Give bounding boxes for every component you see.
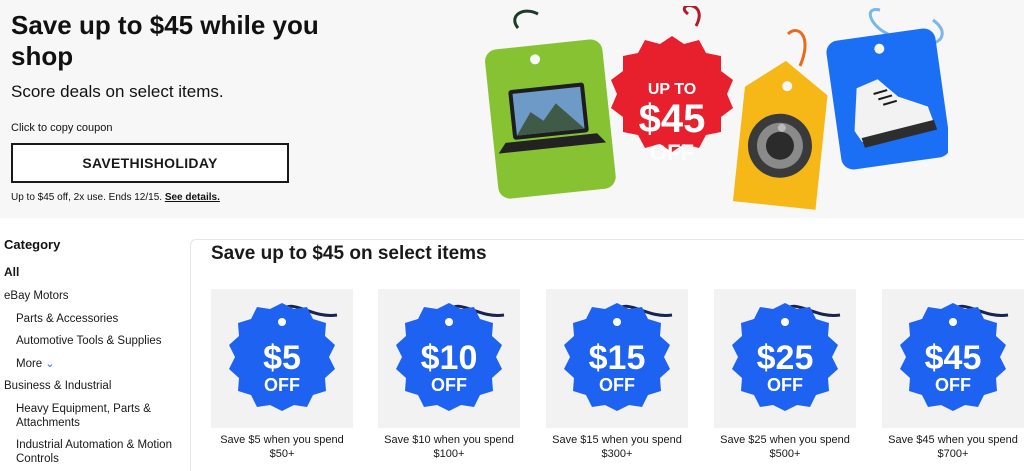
see-details-link[interactable]: See details. [165, 192, 220, 203]
svg-text:OFF: OFF [431, 375, 467, 395]
hero-illustration: UP TO $45 OFF [485, 6, 948, 210]
laptop-tag [485, 39, 616, 199]
sidebar-item-automotive-tools[interactable]: Automotive Tools & Supplies [16, 334, 176, 348]
category-heading: Category [4, 237, 61, 252]
badge-upto-text: UP TO [648, 81, 696, 98]
svg-text:OFF: OFF [935, 375, 971, 395]
offer-badge-image: $25 OFF [714, 289, 856, 428]
offer-label: Save $10 when you spend $100+ [384, 434, 514, 460]
offer-badge-image: $15 OFF [546, 289, 688, 428]
coupon-terms-text: Up to $45 off, 2x use. Ends 12/15. [11, 192, 163, 203]
offer-card[interactable]: $5 OFF Save $5 when you spend $50+ [211, 289, 353, 461]
badge-amount-text: $45 [639, 97, 706, 141]
vacuum-tag [732, 60, 828, 210]
offer-label: Save $5 when you spend $50+ [220, 434, 344, 460]
chevron-down-icon: ⌄ [45, 358, 55, 370]
hero-subtitle: Score deals on select items. [11, 82, 224, 101]
offers-title: Save up to $45 on select items [211, 243, 487, 264]
svg-text:$5: $5 [263, 339, 301, 377]
sidebar-more-toggle[interactable]: More ⌄ [16, 357, 176, 371]
sidebar-more-label: More [16, 358, 43, 370]
hero-banner: Save up to $45 while you shop Score deal… [0, 0, 1024, 218]
hero-title: Save up to $45 while you shop [11, 10, 319, 71]
offer-card[interactable]: $25 OFF Save $25 when you spend $500+ [714, 289, 856, 461]
coupon-badge-icon: $15 OFF [564, 303, 673, 411]
offer-card[interactable]: $45 OFF Save $45 when you spend $700+ [882, 289, 1024, 461]
coupon-badge-icon: $10 OFF [396, 303, 505, 411]
svg-text:OFF: OFF [767, 375, 803, 395]
offer-badge-image: $45 OFF [882, 289, 1024, 428]
upto-45-off-badge: UP TO $45 OFF [611, 36, 733, 165]
sidebar-item-heavy-equipment[interactable]: Heavy Equipment, Parts & Attachments [16, 402, 176, 430]
sidebar-item-parts-accessories[interactable]: Parts & Accessories [16, 312, 176, 326]
sneaker-tag [826, 28, 948, 170]
offer-badge-image: $10 OFF [378, 289, 520, 428]
coupon-badge-icon: $45 OFF [900, 303, 1009, 411]
sidebar-item-ebay-motors[interactable]: eBay Motors [4, 289, 69, 303]
svg-text:$45: $45 [925, 339, 982, 377]
svg-text:OFF: OFF [599, 375, 635, 395]
coupon-terms: Up to $45 off, 2x use. Ends 12/15. See d… [11, 192, 220, 203]
coupon-hint: Click to copy coupon [11, 122, 113, 134]
offers-panel: Save up to $45 on select items $5 OFF Sa… [190, 239, 1024, 471]
sidebar-item-business-industrial[interactable]: Business & Industrial [4, 379, 111, 393]
sidebar-item-all[interactable]: All [4, 265, 19, 279]
coupon-badge-icon: $25 OFF [732, 303, 841, 411]
coupon-badge-icon: $5 OFF [229, 303, 338, 411]
badge-off-text: OFF [650, 140, 694, 165]
svg-text:$15: $15 [589, 339, 646, 377]
sidebar-item-industrial-automation[interactable]: Industrial Automation & Motion Controls [16, 438, 176, 466]
offer-label: Save $25 when you spend $500+ [720, 434, 850, 460]
svg-text:$10: $10 [421, 339, 478, 377]
offer-badge-image: $5 OFF [211, 289, 353, 428]
svg-text:OFF: OFF [264, 375, 300, 395]
offer-card[interactable]: $15 OFF Save $15 when you spend $300+ [546, 289, 688, 461]
svg-text:$25: $25 [757, 339, 814, 377]
copy-coupon-button[interactable]: SAVETHISHOLIDAY [11, 143, 289, 183]
offer-card[interactable]: $10 OFF Save $10 when you spend $100+ [378, 289, 520, 461]
offer-label: Save $45 when you spend $700+ [888, 434, 1018, 460]
offer-label: Save $15 when you spend $300+ [552, 434, 682, 460]
